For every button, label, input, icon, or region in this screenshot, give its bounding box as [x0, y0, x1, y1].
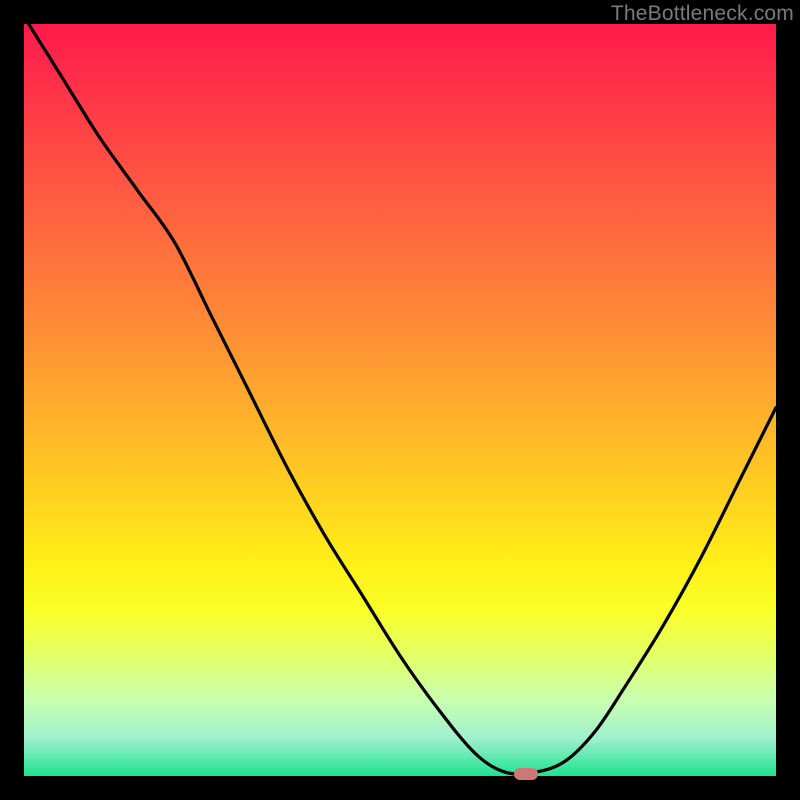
- chart-stage: TheBottleneck.com: [0, 0, 800, 800]
- plot-area: [24, 24, 776, 776]
- series-path: [24, 24, 776, 774]
- line-series: [24, 24, 776, 776]
- watermark-text: TheBottleneck.com: [611, 2, 794, 26]
- minimum-marker: [514, 768, 538, 780]
